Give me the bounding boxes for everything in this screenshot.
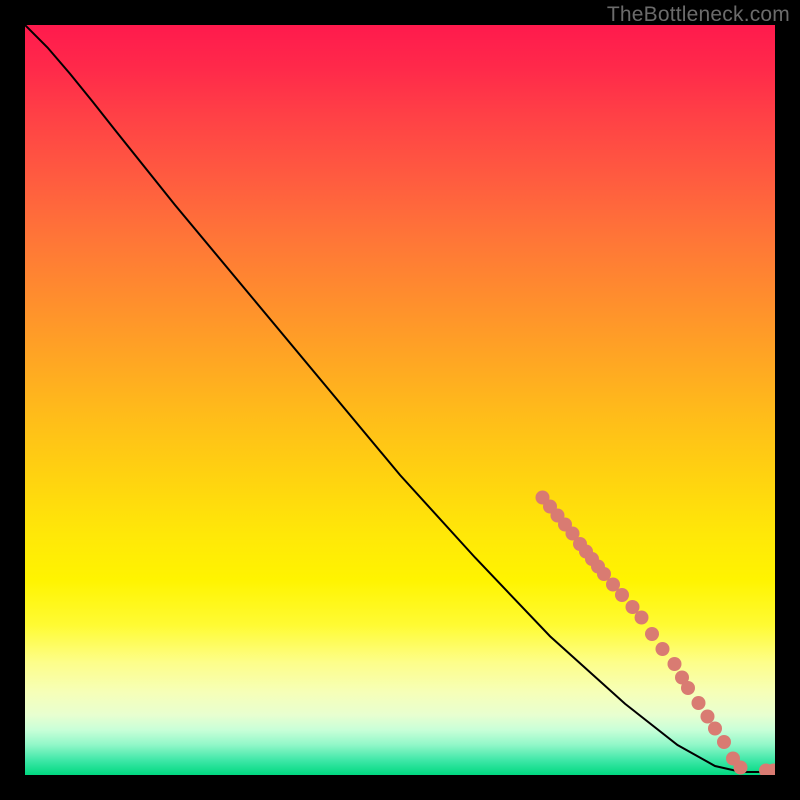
chart-stage: TheBottleneck.com	[0, 0, 800, 800]
data-point	[615, 588, 629, 602]
data-point	[645, 627, 659, 641]
data-point	[681, 681, 695, 695]
curve-line	[25, 25, 775, 772]
data-point	[717, 735, 731, 749]
marker-group	[536, 491, 776, 776]
chart-overlay	[25, 25, 775, 775]
data-point	[708, 722, 722, 736]
data-point	[635, 611, 649, 625]
data-point	[656, 642, 670, 656]
plot-area	[25, 25, 775, 775]
watermark-text: TheBottleneck.com	[607, 3, 790, 27]
data-point	[692, 696, 706, 710]
data-point	[701, 710, 715, 724]
data-point	[734, 761, 748, 775]
data-point	[668, 657, 682, 671]
